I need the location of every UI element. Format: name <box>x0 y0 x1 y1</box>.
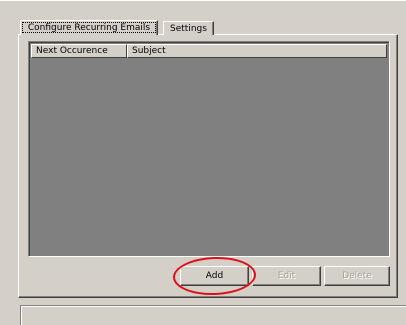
column-header-subject[interactable]: Subject <box>127 44 387 58</box>
lower-panel <box>20 305 406 325</box>
column-header-next-occurence[interactable]: Next Occurence <box>31 44 127 58</box>
list-header: Next Occurence Subject <box>31 44 387 58</box>
tab-settings[interactable]: Settings <box>163 21 214 35</box>
recurring-emails-list[interactable]: Next Occurence Subject <box>28 41 390 257</box>
delete-button[interactable]: Delete <box>324 266 390 286</box>
edit-button[interactable]: Edit <box>252 266 321 286</box>
tab-configure-recurring-emails[interactable]: Configure Recurring Emails <box>20 20 158 35</box>
window-top-edge <box>0 0 406 1</box>
tab-label: Settings <box>170 24 207 34</box>
tab-label: Configure Recurring Emails <box>27 23 151 33</box>
